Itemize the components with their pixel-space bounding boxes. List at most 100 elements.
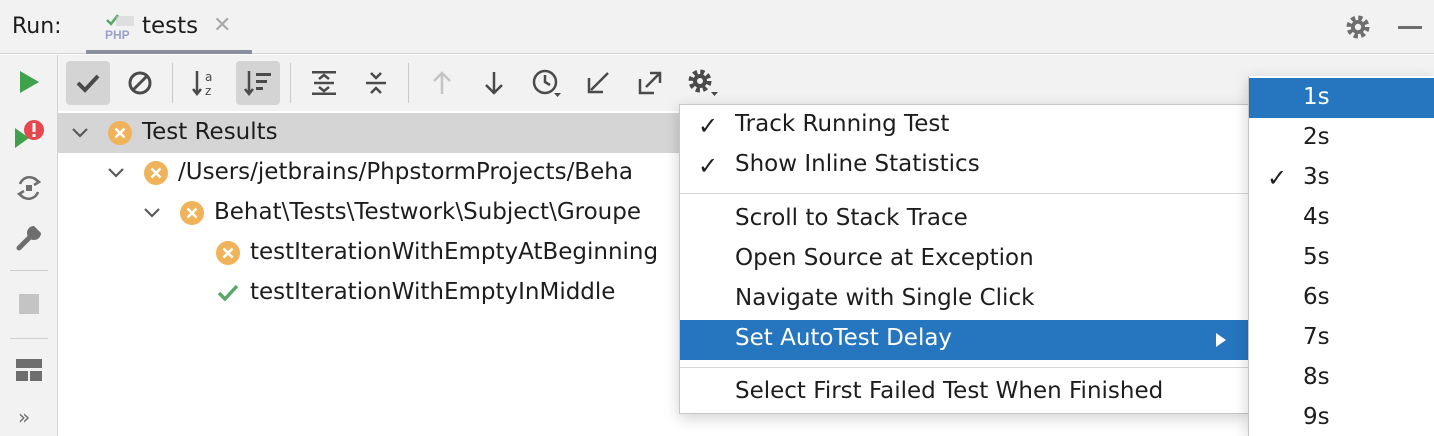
expand-all-icon bbox=[312, 71, 336, 95]
previous-failed-icon bbox=[433, 71, 451, 94]
gear-icon[interactable] bbox=[1342, 11, 1374, 43]
menu-item-track-running-test[interactable]: ✓ Track Running Test bbox=[680, 106, 1248, 146]
show-passed-icon bbox=[76, 74, 100, 93]
import-tests-icon bbox=[587, 72, 609, 94]
failed-icon bbox=[216, 241, 240, 265]
menu-item-label: Select First Failed Test When Finished bbox=[735, 378, 1164, 404]
run-icon[interactable] bbox=[12, 65, 46, 99]
menu-item-label: Navigate with Single Click bbox=[735, 285, 1035, 311]
next-failed-button[interactable] bbox=[472, 61, 516, 105]
failed-icon bbox=[180, 201, 204, 225]
run-tool-window-header: Run: PHP tests ✕ bbox=[0, 0, 1434, 54]
menu-item-label: Scroll to Stack Trace bbox=[735, 205, 968, 231]
test-history-icon bbox=[532, 69, 561, 97]
delay-option-5s[interactable]: 5s bbox=[1249, 238, 1434, 278]
delay-option-3s[interactable]: ✓ 3s bbox=[1249, 158, 1434, 198]
test-settings-menu: ✓ Track Running Test ✓ Show Inline Stati… bbox=[679, 104, 1249, 414]
menu-item-label: Track Running Test bbox=[735, 111, 950, 137]
tree-row-label: testIterationWithEmptyInMiddle bbox=[250, 279, 616, 305]
export-tests-button[interactable] bbox=[628, 61, 672, 105]
chevron-down-icon[interactable] bbox=[106, 163, 126, 183]
php-test-icon: PHP bbox=[105, 14, 134, 42]
test-settings-button[interactable] bbox=[680, 61, 724, 105]
delay-option-label: 5s bbox=[1303, 244, 1330, 270]
tree-row-label: /Users/jetbrains/PhpstormProjects/Beha bbox=[178, 159, 633, 185]
menu-item-label: Show Inline Statistics bbox=[735, 151, 980, 177]
tab-tests[interactable]: PHP tests ✕ bbox=[86, 0, 252, 54]
delay-option-label: 4s bbox=[1303, 204, 1330, 230]
menu-separator bbox=[680, 193, 1248, 194]
show-ignored-button[interactable] bbox=[118, 61, 162, 105]
divider bbox=[290, 63, 291, 103]
toggle-auto-test-icon[interactable] bbox=[12, 171, 46, 205]
test-toolbar: a z bbox=[58, 55, 1434, 111]
delay-option-7s[interactable]: 7s bbox=[1249, 318, 1434, 358]
check-icon: ✓ bbox=[1267, 164, 1288, 192]
menu-item-label: Set AutoTest Delay bbox=[735, 325, 953, 351]
divider bbox=[10, 270, 48, 271]
menu-item-set-autotest-delay[interactable]: Set AutoTest Delay bbox=[680, 320, 1248, 360]
divider bbox=[10, 338, 48, 339]
tree-row-label: Behat\Tests\Testwork\Subject\Groupe bbox=[214, 199, 641, 225]
settings-icon bbox=[688, 69, 718, 96]
check-icon: ✓ bbox=[698, 152, 719, 180]
collapse-all-button[interactable] bbox=[354, 61, 398, 105]
menu-item-show-inline-statistics[interactable]: ✓ Show Inline Statistics bbox=[680, 146, 1248, 186]
menu-item-open-source-at-exception[interactable]: Open Source at Exception bbox=[680, 240, 1248, 280]
chevron-down-icon[interactable] bbox=[142, 203, 162, 223]
more-icon[interactable]: » bbox=[18, 405, 30, 429]
sort-alphabetically-button[interactable]: a z bbox=[184, 61, 228, 105]
delay-option-label: 9s bbox=[1303, 404, 1330, 430]
layout-icon[interactable] bbox=[12, 353, 46, 387]
check-icon: ✓ bbox=[698, 112, 719, 140]
divider bbox=[172, 63, 173, 103]
close-icon[interactable]: ✕ bbox=[213, 13, 231, 38]
collapse-all-icon bbox=[366, 72, 386, 94]
stop-icon bbox=[12, 287, 46, 321]
test-history-button[interactable] bbox=[524, 61, 568, 105]
delay-option-label: 7s bbox=[1303, 324, 1330, 350]
delay-option-1s[interactable]: 1s bbox=[1249, 78, 1434, 118]
previous-failed-button[interactable] bbox=[420, 61, 464, 105]
delay-option-8s[interactable]: 8s bbox=[1249, 358, 1434, 398]
sort-alphabetically-icon: a z bbox=[192, 70, 212, 98]
wrench-icon[interactable] bbox=[12, 221, 46, 255]
svg-text:z: z bbox=[205, 84, 211, 98]
menu-item-select-first-failed-test[interactable]: Select First Failed Test When Finished bbox=[680, 373, 1248, 413]
delay-option-label: 3s bbox=[1303, 164, 1330, 190]
sort-by-duration-icon bbox=[244, 71, 271, 97]
minimize-icon[interactable] bbox=[1398, 26, 1422, 29]
autotest-delay-submenu: 1s 2s ✓ 3s 4s 5s 6s 7s 8s 9s bbox=[1248, 76, 1434, 436]
rerun-failed-icon[interactable] bbox=[12, 118, 46, 152]
delay-option-label: 1s bbox=[1303, 84, 1330, 110]
expand-all-button[interactable] bbox=[302, 61, 346, 105]
delay-option-9s[interactable]: 9s bbox=[1249, 398, 1434, 436]
tree-row-label: testIterationWithEmptyAtBeginning bbox=[250, 239, 659, 265]
delay-option-label: 8s bbox=[1303, 364, 1330, 390]
run-label: Run: bbox=[12, 14, 62, 39]
submenu-arrow-icon bbox=[1216, 333, 1226, 347]
menu-item-scroll-to-stack-trace[interactable]: Scroll to Stack Trace bbox=[680, 200, 1248, 240]
next-failed-icon bbox=[485, 72, 503, 95]
delay-option-4s[interactable]: 4s bbox=[1249, 198, 1434, 238]
tab-label: tests bbox=[142, 13, 199, 39]
menu-separator bbox=[680, 367, 1248, 368]
svg-text:PHP: PHP bbox=[105, 28, 130, 42]
tree-row-label: Test Results bbox=[142, 119, 278, 145]
delay-option-label: 6s bbox=[1303, 284, 1330, 310]
sort-by-duration-button[interactable] bbox=[236, 61, 280, 105]
left-toolbar: » bbox=[0, 55, 58, 436]
svg-text:a: a bbox=[205, 70, 212, 84]
failed-icon bbox=[144, 161, 168, 185]
divider bbox=[408, 63, 409, 103]
menu-item-label: Open Source at Exception bbox=[735, 245, 1034, 271]
chevron-down-icon[interactable] bbox=[70, 123, 90, 143]
menu-item-navigate-with-single-click[interactable]: Navigate with Single Click bbox=[680, 280, 1248, 320]
delay-option-2s[interactable]: 2s bbox=[1249, 118, 1434, 158]
passed-icon bbox=[217, 284, 239, 302]
delay-option-6s[interactable]: 6s bbox=[1249, 278, 1434, 318]
delay-option-label: 2s bbox=[1303, 124, 1330, 150]
import-tests-button[interactable] bbox=[576, 61, 620, 105]
show-passed-button[interactable] bbox=[66, 61, 110, 105]
failed-icon bbox=[108, 121, 132, 145]
